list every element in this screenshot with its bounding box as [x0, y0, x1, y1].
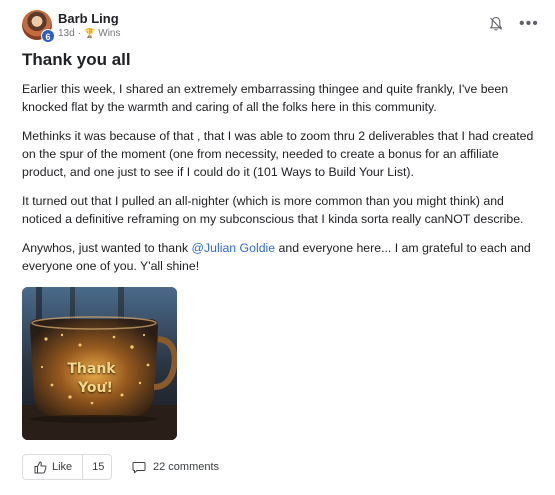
author-name[interactable]: Barb Ling [58, 11, 119, 26]
post-paragraph: Anywhos, just wanted to thank @Julian Go… [22, 239, 542, 275]
post-meta: 13d · 🏆 Wins [58, 28, 120, 39]
like-label: Like [52, 461, 73, 473]
image-caption-line: Thank [67, 361, 116, 377]
post-time: 13d [58, 28, 75, 39]
like-count[interactable]: 15 [83, 461, 104, 473]
image-caption-line: You! [78, 380, 113, 396]
comment-icon [132, 461, 146, 473]
like-toggle[interactable]: Like [23, 455, 84, 479]
post-category[interactable]: Wins [98, 28, 120, 39]
action-bar: Like 15 22 comments [22, 454, 219, 480]
post-paragraph: It turned out that I pulled an all-night… [22, 194, 524, 226]
comments-link[interactable]: 22 comments [132, 461, 219, 474]
post-image[interactable]: Thank You! [22, 287, 177, 440]
bell-icon[interactable] [489, 16, 503, 32]
post-paragraph: Methinks it was because of that , that I… [22, 129, 534, 179]
post-paragraph: Earlier this week, I shared an extremely… [22, 82, 509, 114]
paragraph-text: Anywhos, just wanted to thank [22, 241, 192, 255]
like-button[interactable]: Like 15 [22, 454, 112, 480]
post-header: 6 Barb Ling 13d · 🏆 Wins ••• [22, 10, 542, 43]
user-mention[interactable]: @Julian Goldie [192, 241, 276, 255]
trophy-icon: 🏆 [84, 28, 96, 38]
level-badge: 6 [41, 29, 55, 43]
comments-count: 22 comments [153, 461, 220, 473]
post-title: Thank you all [22, 50, 131, 69]
meta-separator: · [77, 28, 82, 39]
thumbs-up-icon [34, 461, 47, 473]
more-options-icon[interactable]: ••• [519, 16, 539, 32]
avatar[interactable]: 6 [22, 10, 55, 43]
